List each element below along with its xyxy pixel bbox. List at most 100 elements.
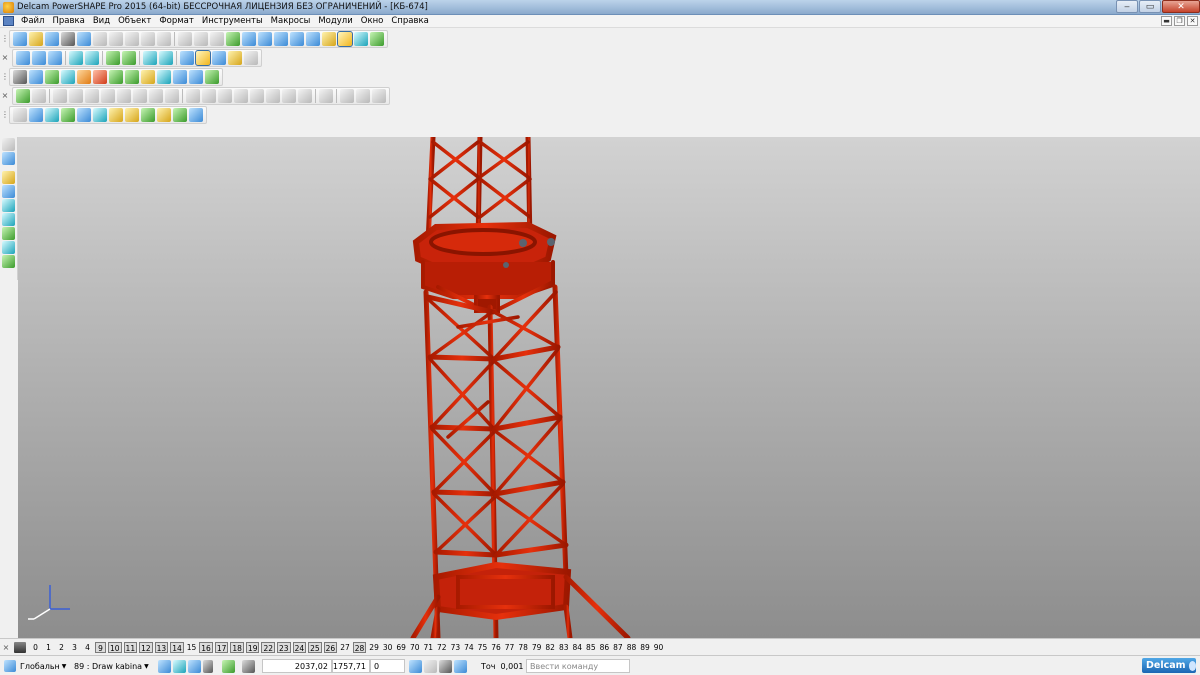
analysis-icon[interactable] [340, 89, 354, 103]
delete-icon[interactable] [141, 32, 155, 46]
chamfer-icon[interactable] [250, 89, 264, 103]
split-icon[interactable] [319, 89, 333, 103]
level-button[interactable]: 79 [531, 642, 543, 653]
transform-icon[interactable] [16, 89, 30, 103]
level-button[interactable]: 30 [382, 642, 394, 653]
solid-object-icon[interactable] [77, 70, 91, 84]
select-group-icon[interactable] [125, 108, 139, 122]
solid-icon[interactable] [354, 32, 368, 46]
annotation-icon[interactable] [2, 255, 15, 268]
close-button[interactable]: ✕ [1162, 0, 1200, 13]
view-top-icon[interactable] [32, 51, 46, 65]
level-button[interactable]: 3 [69, 642, 80, 653]
view-cube-icon[interactable] [69, 51, 83, 65]
level-button[interactable]: 0 [30, 642, 41, 653]
view-front-icon[interactable] [48, 51, 62, 65]
zoom-window-icon[interactable] [106, 51, 120, 65]
rotate-icon[interactable] [258, 32, 272, 46]
level-button[interactable]: 77 [504, 642, 516, 653]
array-icon[interactable] [165, 89, 179, 103]
solid-tool-icon[interactable] [2, 227, 15, 240]
maximize-button[interactable]: ▭ [1139, 0, 1161, 13]
zoom-icon[interactable] [122, 51, 136, 65]
level-button[interactable]: 73 [450, 642, 462, 653]
calculator-icon[interactable] [424, 659, 437, 673]
level-button[interactable]: 28 [352, 641, 367, 653]
select-lines-icon[interactable] [141, 108, 155, 122]
level-button[interactable]: 78 [517, 642, 529, 653]
menu-modules[interactable]: Модули [314, 16, 356, 26]
hand-icon[interactable] [244, 51, 258, 65]
arc-icon[interactable] [290, 32, 304, 46]
select-surfaces-icon[interactable] [45, 108, 59, 122]
menu-help[interactable]: Справка [387, 16, 432, 26]
menu-file[interactable]: Файл [17, 16, 48, 26]
level-button[interactable]: 90 [653, 642, 665, 653]
redo-icon[interactable] [194, 32, 208, 46]
menu-edit[interactable]: Правка [48, 16, 88, 26]
level-button[interactable]: 86 [599, 642, 611, 653]
menu-object[interactable]: Объект [114, 16, 155, 26]
level-button[interactable]: 82 [544, 642, 556, 653]
level-button[interactable]: 18 [230, 641, 244, 653]
zoom-in-icon[interactable] [143, 51, 157, 65]
minimize-button[interactable]: ‒ [1116, 0, 1138, 13]
level-button[interactable]: 71 [422, 642, 434, 653]
grid-icon[interactable] [242, 659, 255, 673]
level-button[interactable]: 10 [108, 641, 122, 653]
draft-icon[interactable] [282, 89, 296, 103]
view-iso-icon[interactable] [16, 51, 30, 65]
scale-icon[interactable] [85, 89, 99, 103]
level-button[interactable]: 13 [154, 641, 169, 653]
level-button[interactable]: 72 [436, 642, 448, 653]
snap-grid-icon[interactable] [173, 659, 186, 673]
level-button[interactable]: 24 [292, 641, 307, 653]
z-coordinate-field[interactable]: 0 [370, 659, 405, 673]
levels-close[interactable]: × [1, 643, 11, 652]
level-button[interactable]: 70 [409, 642, 421, 653]
paste-icon[interactable] [125, 32, 139, 46]
level-button[interactable]: 88 [626, 642, 638, 653]
surface-tool-icon[interactable] [2, 213, 15, 226]
level-button[interactable]: 76 [490, 642, 502, 653]
level-button[interactable]: 27 [339, 642, 351, 653]
surface-icon[interactable] [370, 32, 384, 46]
level-button[interactable]: 85 [585, 642, 597, 653]
new-file-icon[interactable] [13, 32, 27, 46]
level-button[interactable]: 26 [323, 641, 338, 653]
delcam-logo[interactable]: Delcam [1142, 658, 1196, 673]
document-object-icon[interactable] [29, 70, 43, 84]
workplane-select[interactable]: Глобальн ▼ [20, 658, 68, 674]
command-input[interactable]: Ввести команду [526, 659, 630, 673]
surface-object-icon[interactable] [61, 70, 75, 84]
align-icon[interactable] [133, 89, 147, 103]
toolbar-close[interactable]: × [1, 89, 9, 102]
quick-select-icon[interactable] [13, 108, 27, 122]
undo-icon[interactable] [178, 32, 192, 46]
assembly-icon[interactable] [157, 70, 171, 84]
zoom-out-icon[interactable] [159, 51, 173, 65]
menu-view[interactable]: Вид [89, 16, 114, 26]
mesh-icon[interactable] [173, 70, 187, 84]
text-icon[interactable] [306, 32, 320, 46]
level-button[interactable]: 19 [245, 641, 260, 653]
wireframe-object-icon[interactable] [45, 70, 59, 84]
light-icon[interactable] [228, 51, 242, 65]
boolean-add-icon[interactable] [186, 89, 200, 103]
toolbar-grip[interactable]: ⋮ [1, 32, 9, 45]
boolean-subtract-icon[interactable] [202, 89, 216, 103]
edit-disabled-icon[interactable] [32, 89, 46, 103]
workplane-status-icon[interactable] [4, 660, 16, 672]
level-button[interactable]: 16 [199, 641, 213, 653]
document-icon[interactable] [3, 16, 14, 26]
level-button[interactable]: 15 [186, 642, 198, 653]
select-icon[interactable] [226, 32, 240, 46]
workplane-icon[interactable] [242, 32, 256, 46]
copy-icon[interactable] [109, 32, 123, 46]
level-button[interactable]: 25 [308, 641, 322, 653]
select-features-icon[interactable] [109, 108, 123, 122]
level-button[interactable]: 12 [139, 641, 153, 653]
level-button[interactable]: 14 [170, 641, 184, 653]
level-button[interactable]: 4 [82, 642, 93, 653]
dimension-icon[interactable] [2, 241, 15, 254]
